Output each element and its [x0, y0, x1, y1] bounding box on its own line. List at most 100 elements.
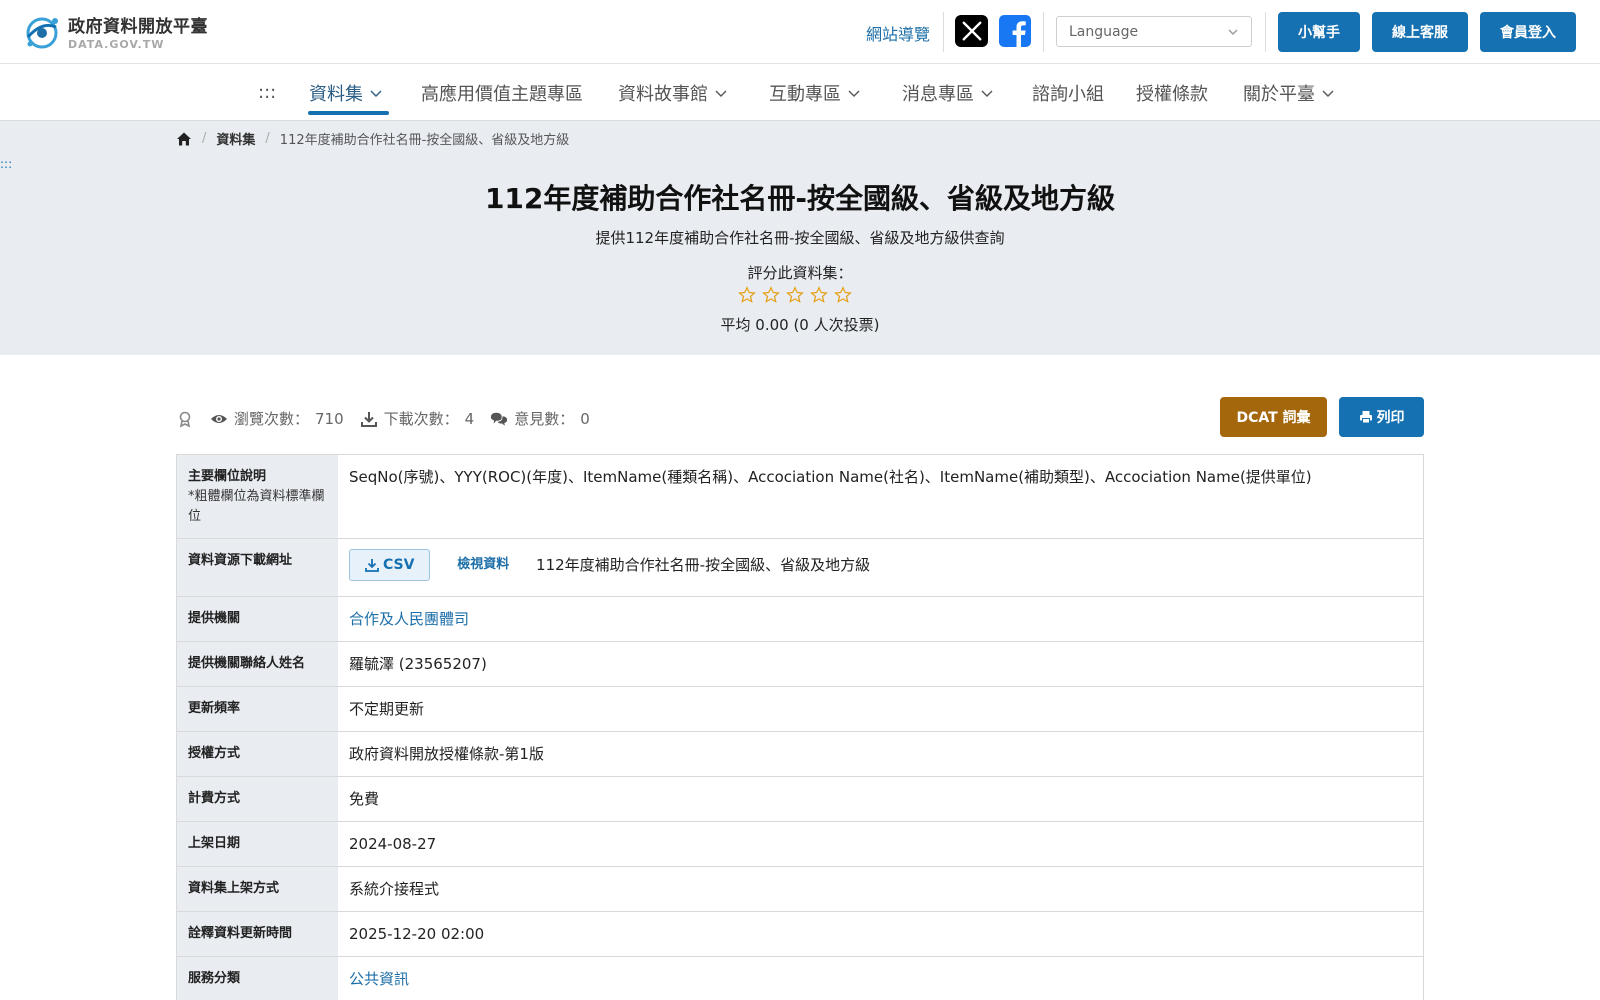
star-icon[interactable]: [738, 286, 756, 304]
comments-icon: [491, 412, 508, 426]
nav-active-indicator: [308, 111, 389, 115]
star-icon[interactable]: [786, 286, 804, 304]
divider: [1043, 12, 1044, 52]
nav-label: 關於平臺: [1243, 83, 1315, 105]
helper-button[interactable]: 小幫手: [1278, 12, 1360, 52]
language-select[interactable]: Language: [1056, 16, 1252, 47]
view-data-link[interactable]: 檢視資料: [457, 554, 509, 576]
logo-icon: [26, 17, 58, 48]
resource-name: 112年度補助合作社名冊-按全國級、省級及地方級: [536, 556, 871, 574]
method-label: 資料集上架方式: [177, 867, 338, 911]
csv-download-button[interactable]: CSV: [349, 549, 431, 581]
home-icon[interactable]: [176, 131, 192, 147]
nav-item-news[interactable]: 消息專區: [902, 64, 994, 121]
logo-subtitle: DATA.GOV.TW: [68, 38, 165, 51]
fee-value: 免費: [349, 790, 380, 808]
rating-average: 平均 0.00 (0 人次投票): [720, 316, 880, 334]
detail-row-meta-updated: 詮釋資料更新時間 2025-12-20 02:00: [177, 912, 1423, 957]
fee-label: 計費方式: [177, 777, 338, 821]
rating-stars: [738, 286, 852, 304]
detail-row-license: 授權方式 政府資料開放授權條款-第1版: [177, 732, 1423, 777]
nav-item-license[interactable]: 授權條款: [1136, 64, 1208, 121]
dcat-button[interactable]: DCAT 詞彙: [1220, 397, 1327, 437]
x-twitter-icon[interactable]: [955, 15, 988, 47]
facebook-icon[interactable]: [999, 15, 1031, 47]
category-link[interactable]: 公共資訊: [349, 970, 409, 988]
chevron-down-icon: [1322, 90, 1334, 97]
detail-row-frequency: 更新頻率 不定期更新: [177, 687, 1423, 732]
views-stat: 瀏覽次數： 710: [210, 408, 344, 429]
license-value: 政府資料開放授權條款-第1版: [349, 745, 544, 763]
download-icon: [365, 559, 379, 572]
language-placeholder: Language: [1069, 23, 1139, 40]
online-support-button[interactable]: 線上客服: [1372, 12, 1468, 52]
detail-row-published: 上架日期 2024-08-27: [177, 822, 1423, 867]
contact-value: 羅毓澤 (23565207): [349, 655, 487, 673]
print-button[interactable]: 列印: [1339, 397, 1424, 437]
detail-row-fee: 計費方式 免費: [177, 777, 1423, 822]
method-value: 系統介接程式: [349, 880, 440, 898]
comments-label: 意見數：: [514, 410, 575, 428]
site-logo[interactable]: 政府資料開放平臺 DATA.GOV.TW: [22, 12, 208, 51]
dataset-stats: 瀏覽次數： 710 下載次數： 4 意見數： 0: [176, 408, 606, 429]
chevron-down-icon: [981, 90, 993, 97]
chevron-down-icon: [848, 90, 860, 97]
nav-accesskey[interactable]: :::: [258, 64, 276, 121]
badge-stat: [176, 410, 194, 428]
breadcrumb-separator: /: [202, 131, 207, 146]
star-icon[interactable]: [762, 286, 780, 304]
printer-icon: [1359, 411, 1372, 424]
published-value: 2024-08-27: [349, 835, 437, 853]
contact-label: 提供機關聯絡人姓名: [177, 642, 338, 686]
star-icon[interactable]: [810, 286, 828, 304]
member-login-button[interactable]: 會員登入: [1480, 12, 1576, 52]
nav-label: 授權條款: [1136, 83, 1208, 105]
breadcrumb-separator: /: [265, 131, 270, 146]
download-value: CSV 檢視資料 112年度補助合作社名冊-按全國級、省級及地方級: [338, 539, 1423, 596]
downloads-stat: 下載次數： 4: [360, 408, 474, 429]
chevron-down-icon: [370, 90, 382, 97]
nav-label: 資料故事館: [618, 83, 708, 105]
detail-row-agency: 提供機關 合作及人民團體司: [177, 597, 1423, 642]
download-label: 資料資源下載網址: [177, 539, 338, 596]
detail-row-download: 資料資源下載網址 CSV 檢視資料 112年度補助合作社名冊-按全國級、省級及地…: [177, 539, 1423, 597]
breadcrumb: / 資料集 / 112年度補助合作社名冊-按全國級、省級及地方級: [176, 129, 569, 148]
print-label: 列印: [1376, 410, 1405, 426]
meta-updated-label: 詮釋資料更新時間: [177, 912, 338, 956]
dataset-description: 提供112年度補助合作社名冊-按全國級、省級及地方級供查詢: [595, 229, 1005, 247]
category-label: 服務分類: [177, 957, 338, 1000]
nav-item-about[interactable]: 關於平臺: [1243, 64, 1335, 121]
nav-item-interactive[interactable]: 互動專區: [769, 64, 861, 121]
comments-stat: 意見數： 0: [490, 408, 590, 429]
nav-item-advisory[interactable]: 諮詢小組: [1032, 64, 1104, 121]
award-icon: [179, 411, 191, 427]
frequency-label: 更新頻率: [177, 687, 338, 731]
nav-item-stories[interactable]: 資料故事館: [618, 64, 728, 121]
content-accesskey[interactable]: :::: [0, 157, 12, 171]
download-icon: [360, 411, 377, 427]
sitemap-link[interactable]: 網站導覽: [866, 21, 930, 45]
breadcrumb-datasets[interactable]: 資料集: [216, 129, 255, 148]
page-title: 112年度補助合作社名冊-按全國級、省級及地方級: [484, 182, 1116, 215]
breadcrumb-current: 112年度補助合作社名冊-按全國級、省級及地方級: [279, 133, 570, 148]
nav-item-high-value[interactable]: 高應用價值主題專區: [421, 64, 583, 121]
comments-count: 0: [580, 409, 590, 428]
nav-label: 高應用價值主題專區: [421, 83, 583, 105]
csv-label: CSV: [383, 557, 415, 573]
eye-icon: [211, 414, 227, 423]
detail-row-contact: 提供機關聯絡人姓名 羅毓澤 (23565207): [177, 642, 1423, 687]
nav-label: 互動專區: [769, 83, 841, 105]
frequency-value: 不定期更新: [349, 700, 425, 718]
star-icon[interactable]: [834, 286, 852, 304]
dataset-detail-table: 主要欄位說明 *粗體欄位為資料標準欄位 SeqNo(序號)、YYY(ROC)(年…: [176, 454, 1424, 1000]
dataset-hero: / 資料集 / 112年度補助合作社名冊-按全國級、省級及地方級 ::: 112…: [0, 121, 1600, 355]
chevron-down-icon: [715, 90, 727, 97]
nav-label: 資料集: [309, 83, 363, 105]
main-nav: ::: 資料集 高應用價值主題專區 資料故事館 互動專區 消息專區 諮詢小組 授…: [0, 64, 1600, 121]
fields-label: 主要欄位說明: [188, 469, 267, 484]
license-label: 授權方式: [177, 732, 338, 776]
fields-note: *粗體欄位為資料標準欄位: [188, 489, 325, 524]
agency-label: 提供機關: [177, 597, 338, 641]
agency-link[interactable]: 合作及人民團體司: [349, 610, 469, 628]
divider: [1265, 12, 1266, 52]
